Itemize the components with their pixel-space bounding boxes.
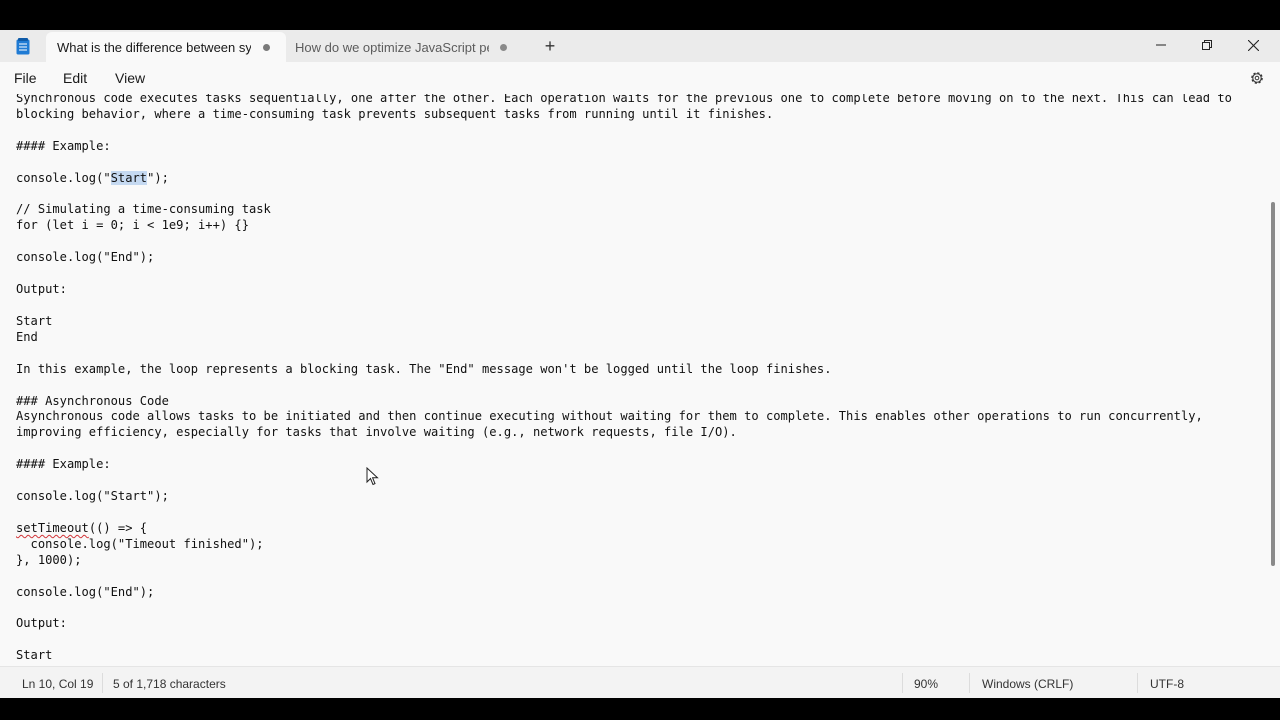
tab-title: What is the difference between syr — [57, 39, 251, 55]
notepad-app-icon — [16, 38, 30, 55]
status-bar: Ln 10, Col 19 5 of 1,718 characters 90% … — [0, 666, 1280, 698]
tab-title: How do we optimize JavaScript perf — [295, 39, 489, 55]
new-tab-button[interactable]: + — [540, 36, 560, 56]
editor-line: In this example, the loop represents a b… — [16, 361, 832, 376]
editor-line: Asynchronous code allows tasks to be ini… — [16, 409, 1203, 424]
editor-line: Start — [16, 648, 53, 663]
zoom-level[interactable]: 90% — [914, 677, 938, 691]
editor-text: Synchronous code executes tasks sequenti… — [16, 94, 1232, 664]
editor-line: Start — [16, 313, 53, 328]
text-editor[interactable]: Synchronous code executes tasks sequenti… — [0, 94, 1268, 666]
editor-line: setTimeout(() => { — [16, 520, 148, 535]
restore-button[interactable] — [1184, 30, 1230, 60]
close-button[interactable] — [1230, 30, 1276, 60]
editor-line: }, 1000); — [16, 552, 82, 567]
editor-line: blocking behavior, where a time-consumin… — [16, 106, 774, 121]
status-divider — [1137, 673, 1138, 693]
editor-line: // Simulating a time-consuming task — [16, 202, 271, 217]
status-divider — [969, 673, 970, 693]
settings-gear-icon[interactable] — [1249, 70, 1265, 86]
menu-view[interactable]: View — [115, 70, 145, 86]
editor-line: console.log("Timeout finished"); — [16, 536, 264, 551]
notepad-window: What is the difference between syr How d… — [0, 30, 1280, 698]
editor-line: Synchronous code executes tasks sequenti… — [16, 94, 1232, 105]
tab-inactive[interactable]: How do we optimize JavaScript perf — [286, 32, 526, 62]
menu-bar: File Edit View — [0, 62, 1280, 94]
selected-text[interactable]: Start — [110, 170, 148, 185]
unsaved-dot-icon[interactable] — [263, 44, 270, 51]
editor-line: improving efficiency, especially for tas… — [16, 425, 737, 440]
menu-file[interactable]: File — [14, 70, 37, 86]
close-icon — [1247, 39, 1259, 51]
line-ending[interactable]: Windows (CRLF) — [982, 677, 1073, 691]
tab-active[interactable]: What is the difference between syr — [46, 32, 286, 62]
mouse-pointer-icon — [366, 467, 379, 486]
status-divider — [102, 673, 103, 693]
menu-edit[interactable]: Edit — [63, 70, 87, 86]
editor-line: console.log("End"); — [16, 250, 155, 265]
editor-line: Output: — [16, 616, 67, 631]
character-count: 5 of 1,718 characters — [113, 677, 226, 691]
editor-line: console.log("Start"); — [16, 170, 169, 185]
editor-line: console.log("Start"); — [16, 489, 169, 504]
encoding[interactable]: UTF-8 — [1150, 677, 1184, 691]
editor-line: #### Example: — [16, 138, 111, 153]
minimize-icon — [1156, 44, 1166, 46]
editor-line: console.log("End"); — [16, 584, 155, 599]
title-bar: What is the difference between syr How d… — [0, 30, 1280, 62]
restore-icon — [1202, 40, 1212, 50]
cursor-position[interactable]: Ln 10, Col 19 — [22, 677, 93, 691]
editor-line: for (let i = 0; i < 1e9; i++) {} — [16, 218, 249, 233]
editor-line: Output: — [16, 282, 67, 297]
editor-line: #### Example: — [16, 457, 111, 472]
scrollbar-thumb[interactable] — [1271, 202, 1275, 566]
editor-line: End — [16, 329, 38, 344]
minimize-button[interactable] — [1138, 30, 1184, 60]
spellcheck-underlined-word[interactable]: setTimeout — [16, 521, 89, 535]
status-divider — [902, 673, 903, 693]
unsaved-dot-icon[interactable] — [500, 44, 507, 51]
editor-line: ### Asynchronous Code — [16, 393, 169, 408]
